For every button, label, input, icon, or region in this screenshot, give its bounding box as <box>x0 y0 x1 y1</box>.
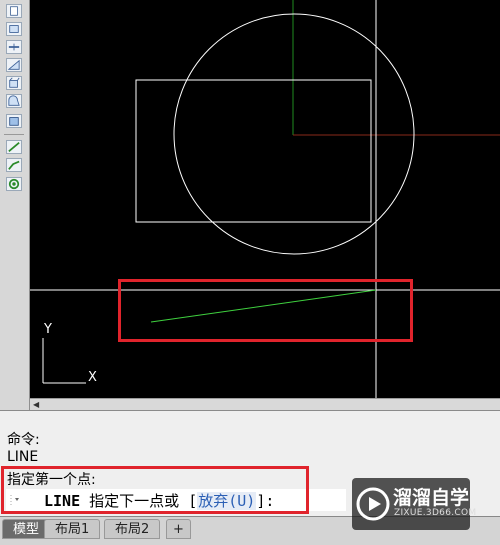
drawn-rectangle <box>135 79 372 223</box>
draw-toolbar <box>0 0 30 410</box>
arc-shape-icon[interactable] <box>6 94 22 108</box>
toolbar-separator <box>4 134 24 135</box>
play-logo-icon <box>356 487 390 521</box>
drawn-circle <box>173 13 415 255</box>
command-history-line-1: 命令: <box>7 432 40 448</box>
polyline-icon[interactable] <box>6 158 22 172</box>
rectangle-tool-icon[interactable] <box>6 22 22 36</box>
model-space <box>30 0 500 398</box>
target-icon[interactable] <box>6 177 22 191</box>
command-history-line-2: LINE <box>7 449 39 465</box>
solid-icon[interactable] <box>6 114 22 128</box>
watermark-url: ZIXUE.3D66.COM <box>394 508 477 518</box>
watermark-brand: 溜溜自学 <box>393 487 470 509</box>
horizontal-scrollbar[interactable]: ◀ <box>30 398 500 410</box>
tab-model[interactable]: 模型 <box>2 519 51 539</box>
scroll-left-arrow-icon[interactable]: ◀ <box>33 400 39 409</box>
tab-layout1[interactable]: 布局1 <box>44 519 101 539</box>
line-snap-icon[interactable] <box>6 140 22 154</box>
green-rubberband-line <box>150 289 377 323</box>
tab-add[interactable]: + <box>166 519 191 539</box>
highlight-box-command <box>1 466 309 514</box>
split-line-icon[interactable] <box>6 40 22 54</box>
ucs-y-label: Y <box>44 322 52 337</box>
document-icon[interactable] <box>6 4 22 18</box>
drawing-canvas[interactable]: Y X <box>30 0 500 398</box>
tab-layout2[interactable]: 布局2 <box>104 519 161 539</box>
ucs-x-label: X <box>88 370 97 385</box>
wedge-icon[interactable] <box>6 58 22 72</box>
box-icon[interactable] <box>6 76 22 90</box>
